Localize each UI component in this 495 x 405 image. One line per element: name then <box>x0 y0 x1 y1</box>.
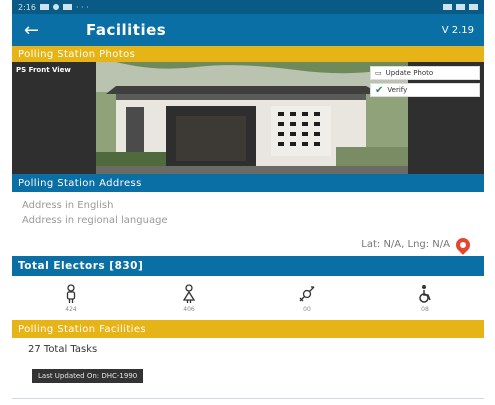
verify-button[interactable]: ✔ Verify <box>370 83 480 97</box>
photo-actions: ▭ Update Photo ✔ Verify <box>370 66 480 100</box>
elector-group-third-gender: 00 <box>277 284 337 313</box>
building-illustration <box>96 62 408 174</box>
verify-label: Verify <box>387 86 408 94</box>
upload-photo-button[interactable]: ▭ Update Photo <box>370 66 480 80</box>
status-bar: 2:16 · · · <box>12 0 484 14</box>
more-notifications: · · · <box>75 2 89 12</box>
electors-section-header: Total Electors [830] <box>12 256 484 276</box>
elector-group-male: 424 <box>41 283 101 313</box>
facilities-screen: 2:16 · · · ← Facilities V 2.19 Polling S… <box>12 0 484 405</box>
map-pin-icon[interactable] <box>453 234 473 255</box>
page-title: Facilities <box>86 21 167 39</box>
last-updated-badge: Last Updated On: DHC-1990 <box>32 369 144 383</box>
total-tasks: 27 Total Tasks <box>28 344 98 355</box>
photo-area: PS Front View ▭ Update Photo ✔ Verify <box>12 62 484 174</box>
app-bar: ← Facilities V 2.19 <box>12 14 484 46</box>
female-icon <box>182 283 196 303</box>
location-row: Lat: N/A, Lng: N/A <box>361 234 473 255</box>
male-icon <box>66 283 76 303</box>
check-icon: ✔ <box>375 84 384 96</box>
signal-icon <box>443 4 452 10</box>
address-regional[interactable]: Address in regional language <box>22 213 474 228</box>
third-gender-icon <box>299 285 315 301</box>
upload-photo-label: Update Photo <box>385 69 434 77</box>
address-english[interactable]: Address in English <box>22 198 474 213</box>
battery-icon <box>469 4 478 10</box>
facilities-section-header: Polling Station Facilities <box>12 320 484 338</box>
elector-group-female: 406 <box>159 283 219 313</box>
elector-count-third-gender: 00 <box>303 305 311 313</box>
message-icon <box>62 4 72 10</box>
elector-count-male: 424 <box>65 305 77 313</box>
electors-breakdown: 424 406 00 08 <box>12 276 484 320</box>
app-notification-icon <box>52 4 59 10</box>
version-label: V 2.19 <box>441 24 474 36</box>
status-time: 2:16 <box>18 2 36 12</box>
elector-count-pwd: 08 <box>421 305 429 313</box>
back-arrow-icon[interactable]: ← <box>24 20 52 41</box>
notification-icon <box>39 4 49 10</box>
elector-group-pwd: 08 <box>395 284 455 313</box>
wheelchair-icon <box>419 284 431 303</box>
photos-section-header: Polling Station Photos <box>12 46 484 62</box>
wifi-icon <box>456 4 465 10</box>
elector-count-female: 406 <box>183 305 195 313</box>
camera-icon: ▭ <box>375 69 382 77</box>
photo-label: PS Front View <box>16 66 71 74</box>
divider <box>12 398 484 399</box>
address-section-header: Polling Station Address <box>12 174 484 192</box>
polling-station-photo[interactable] <box>96 62 408 174</box>
lat-lng-text: Lat: N/A, Lng: N/A <box>361 239 450 250</box>
address-block: Address in English Address in regional l… <box>12 192 484 256</box>
